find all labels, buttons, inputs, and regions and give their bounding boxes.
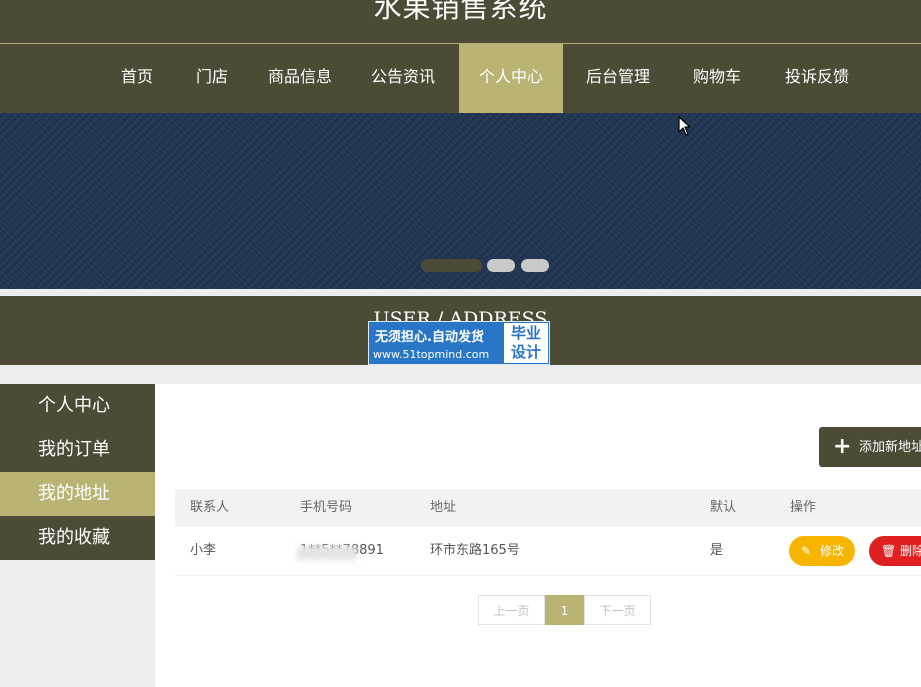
- watermark-slogan: 无须担心.自动发货: [375, 330, 484, 345]
- mouse-cursor-icon: [678, 116, 691, 136]
- main-nav: 首页 门店 商品信息 公告资讯 个人中心 后台管理 购物车 投诉反馈: [0, 43, 921, 113]
- watermark-box-line2: 设计: [510, 343, 541, 361]
- nav-feedback[interactable]: 投诉反馈: [775, 44, 859, 113]
- sidebar-item-my-address[interactable]: 我的地址: [0, 472, 155, 516]
- edit-button[interactable]: ✎ 修改: [789, 536, 855, 566]
- next-page-button[interactable]: 下一页: [584, 595, 651, 625]
- add-address-button[interactable]: + 添加新地址: [819, 427, 921, 467]
- header-contact: 联系人: [190, 500, 230, 515]
- add-address-label: 添加新地址: [859, 440, 921, 455]
- nav-stores[interactable]: 门店: [185, 44, 239, 113]
- nav-products[interactable]: 商品信息: [258, 44, 342, 113]
- phone-redaction: [297, 546, 357, 560]
- cell-default: 是: [710, 543, 724, 558]
- cell-address: 环市东路165号: [430, 543, 520, 558]
- nav-home[interactable]: 首页: [108, 44, 166, 113]
- user-sidebar: 个人中心 我的订单 我的地址 我的收藏: [0, 384, 155, 560]
- site-title: 水果销售系统: [373, 0, 548, 24]
- sidebar-item-my-favorites[interactable]: 我的收藏: [0, 516, 155, 560]
- table-row: 小李 1**5**78891 环市东路165号 是 ✎ 修改 🗑 删除: [175, 527, 921, 576]
- sidebar-item-personal-center[interactable]: 个人中心: [0, 384, 155, 428]
- nav-admin[interactable]: 后台管理: [576, 44, 660, 113]
- header-phone: 手机号码: [300, 500, 353, 515]
- watermark-box-line1: 毕业: [510, 324, 541, 342]
- edit-label: 修改: [820, 544, 845, 558]
- address-table: 联系人 手机号码 地址 默认 操作 小李 1**5**78891 环市东路165…: [175, 489, 921, 576]
- watermark-box: 毕业 设计: [504, 323, 548, 363]
- header-address: 地址: [430, 500, 457, 515]
- header-default: 默认: [710, 500, 737, 515]
- carousel-dot-3[interactable]: [521, 259, 549, 272]
- pencil-icon: ✎: [801, 544, 812, 558]
- nav-personal-center[interactable]: 个人中心: [459, 44, 563, 113]
- prev-page-button[interactable]: 上一页: [478, 595, 545, 625]
- delete-button[interactable]: 🗑 删除: [869, 536, 921, 566]
- table-header: 联系人 手机号码 地址 默认 操作: [175, 489, 921, 527]
- trash-icon: 🗑: [881, 544, 897, 558]
- sidebar-item-my-orders[interactable]: 我的订单: [0, 428, 155, 472]
- address-panel: + 添加新地址 联系人 手机号码 地址 默认 操作 小李 1**5**78891…: [155, 384, 921, 687]
- watermark-badge: 无须担心.自动发货 www.51topmind.com 毕业 设计: [368, 321, 550, 365]
- watermark-url: www.51topmind.com: [373, 348, 490, 361]
- page-1-button[interactable]: 1: [545, 595, 584, 625]
- nav-news[interactable]: 公告资讯: [361, 44, 445, 113]
- banner-carousel: [0, 113, 921, 289]
- delete-label: 删除: [900, 544, 921, 558]
- carousel-dot-1[interactable]: [421, 259, 482, 272]
- plus-icon: +: [833, 434, 852, 459]
- carousel-dot-2[interactable]: [487, 259, 515, 272]
- site-header: 水果销售系统: [0, 0, 921, 43]
- header-actions: 操作: [790, 500, 817, 515]
- nav-cart[interactable]: 购物车: [683, 44, 751, 113]
- cell-contact: 小李: [190, 543, 217, 558]
